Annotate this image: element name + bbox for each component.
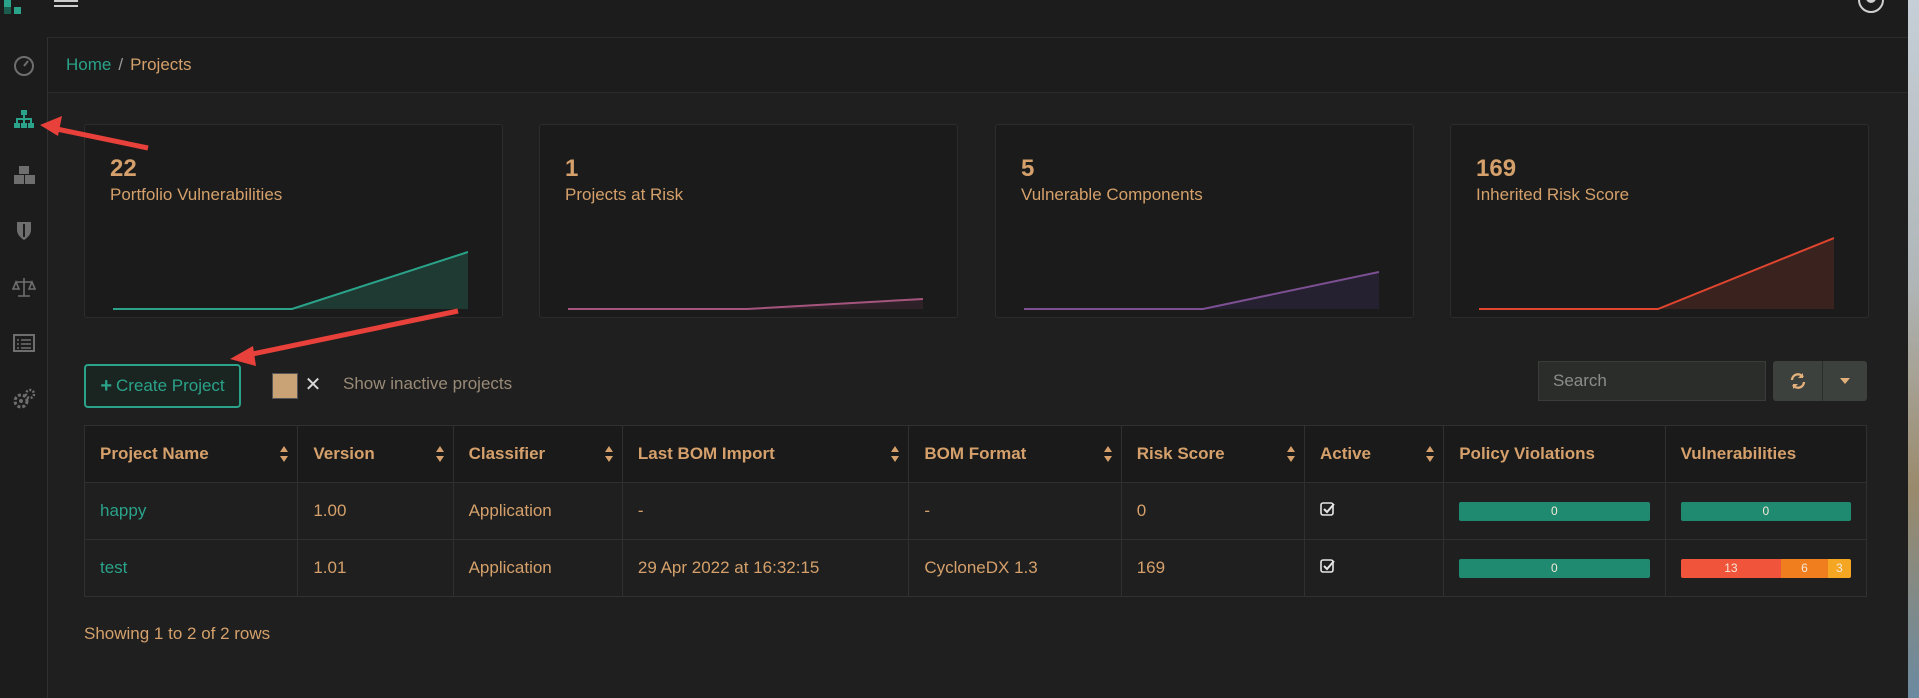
project-name-link[interactable]: test [100,558,127,577]
columns-dropdown-button[interactable] [1822,361,1867,401]
vulnerabilities-cell: 0 [1664,482,1868,540]
column-header-active[interactable]: Active [1303,425,1445,483]
checked-square-icon [1320,558,1335,573]
projects-table: Project Name Version Classifier Last BOM… [83,425,1868,597]
toggle-off-x-icon[interactable]: ✕ [302,370,324,400]
metric-label: Projects at Risk [565,185,684,204]
sort-icon [435,446,444,462]
balance-scale-license-icon[interactable] [0,267,47,307]
vulnerabilities-count: 0 [1762,503,1770,518]
shield-vulnerabilities-icon[interactable] [0,211,47,251]
app-logo[interactable] [0,0,30,14]
vulnerabilities-bar: 13 6 3 [1680,558,1851,578]
metric-value: 22 [110,155,137,182]
column-header-vulnerabilities: Vulnerabilities [1664,425,1868,483]
policy-violations-bar: 0 [1459,558,1650,578]
metric-card-portfolio-vulnerabilities: 22 Portfolio Vulnerabilities [84,124,503,318]
column-header-policy-violations: Policy Violations [1443,425,1666,483]
risk-score-cell: 169 [1120,539,1305,597]
vulnerabilities-cell: 13 6 3 [1664,539,1868,597]
metric-value: 169 [1476,155,1517,182]
breadcrumb-home-link[interactable]: Home [66,55,111,74]
column-header-project-name[interactable]: Project Name [83,425,299,483]
last-bom-import-cell: 29 Apr 2022 at 16:32:15 [621,539,910,597]
metric-label: Vulnerable Components [1021,185,1203,204]
metric-card-inherited-risk-score: 169 Inherited Risk Score [1450,124,1869,318]
metric-value: 5 [1021,155,1035,182]
column-header-risk-score[interactable]: Risk Score [1120,425,1305,483]
list-policy-icon[interactable] [0,323,47,363]
vuln-medium-segment: 6 [1781,558,1828,578]
project-name-link[interactable]: happy [100,501,146,520]
sort-icon [604,446,613,462]
refresh-button[interactable] [1773,361,1822,401]
policy-violations-bar: 0 [1459,501,1650,521]
top-navbar [0,0,1919,38]
bom-format-cell: CycloneDX 1.3 [908,539,1122,597]
show-inactive-toggle[interactable] [272,373,298,399]
metric-card-projects-at-risk: 1 Projects at Risk [539,124,958,318]
policy-violations-count: 0 [1551,560,1558,575]
column-header-bom-format[interactable]: BOM Format [908,425,1122,483]
user-avatar-icon[interactable] [1858,0,1884,14]
risk-score-cell: 0 [1120,482,1305,540]
classifier-cell: Application [452,482,623,540]
hamburger-menu-icon[interactable] [54,0,78,14]
dashboard-gauge-icon[interactable] [0,45,47,85]
table-row[interactable]: test 1.01 Application 29 Apr 2022 at 16:… [83,539,1868,597]
plus-icon: + [100,374,112,397]
metric-card-vulnerable-components: 5 Vulnerable Components [995,124,1414,318]
breadcrumb-separator: / [118,55,124,74]
column-header-version[interactable]: Version [297,425,454,483]
sparkline-chart [1479,237,1834,310]
metric-value: 1 [565,155,579,182]
vuln-low-segment: 3 [1827,558,1851,578]
active-cell [1303,539,1445,597]
metric-label: Inherited Risk Score [1476,185,1630,204]
sort-icon [891,446,900,462]
sort-icon [280,446,289,462]
search-input[interactable] [1538,361,1766,401]
cogs-admin-icon[interactable] [0,379,47,419]
classifier-cell: Application [452,539,623,597]
metric-label: Portfolio Vulnerabilities [110,185,283,204]
sparkline-chart [113,251,468,310]
bom-format-cell: - [908,482,1122,540]
breadcrumb: Home / Projects [48,38,1919,93]
version-cell: 1.01 [297,539,454,597]
sparkline-chart [1024,271,1379,310]
sort-icon [1103,446,1112,462]
pagination-info: Showing 1 to 2 of 2 rows [84,624,271,643]
create-project-label: Create Project [116,376,225,395]
show-inactive-label: Show inactive projects [343,374,513,393]
cubes-components-icon[interactable] [0,155,47,195]
sitemap-projects-icon[interactable] [0,99,47,139]
breadcrumb-current: Projects [130,55,192,74]
column-header-last-bom-import[interactable]: Last BOM Import [621,425,910,483]
table-header-row: Project Name Version Classifier Last BOM… [83,425,1868,483]
sort-icon [1426,446,1435,462]
policy-violations-cell: 0 [1443,482,1666,540]
sort-icon [1286,446,1295,462]
sparkline-chart [568,298,923,310]
table-row[interactable]: happy 1.00 Application - - 0 0 0 [83,482,1868,540]
column-header-classifier[interactable]: Classifier [452,425,623,483]
desktop-background-strip [1908,0,1919,698]
version-cell: 1.00 [297,482,454,540]
create-project-button[interactable]: + Create Project [84,364,241,408]
policy-violations-cell: 0 [1443,539,1666,597]
active-cell [1303,482,1445,540]
policy-violations-count: 0 [1551,503,1558,518]
vulnerabilities-bar: 0 [1680,501,1851,521]
last-bom-import-cell: - [621,482,910,540]
sidebar [0,37,48,698]
caret-down-icon [1840,378,1850,384]
vuln-high-segment: 13 [1680,558,1782,578]
refresh-icon [1790,373,1805,389]
checked-square-icon [1320,501,1335,516]
